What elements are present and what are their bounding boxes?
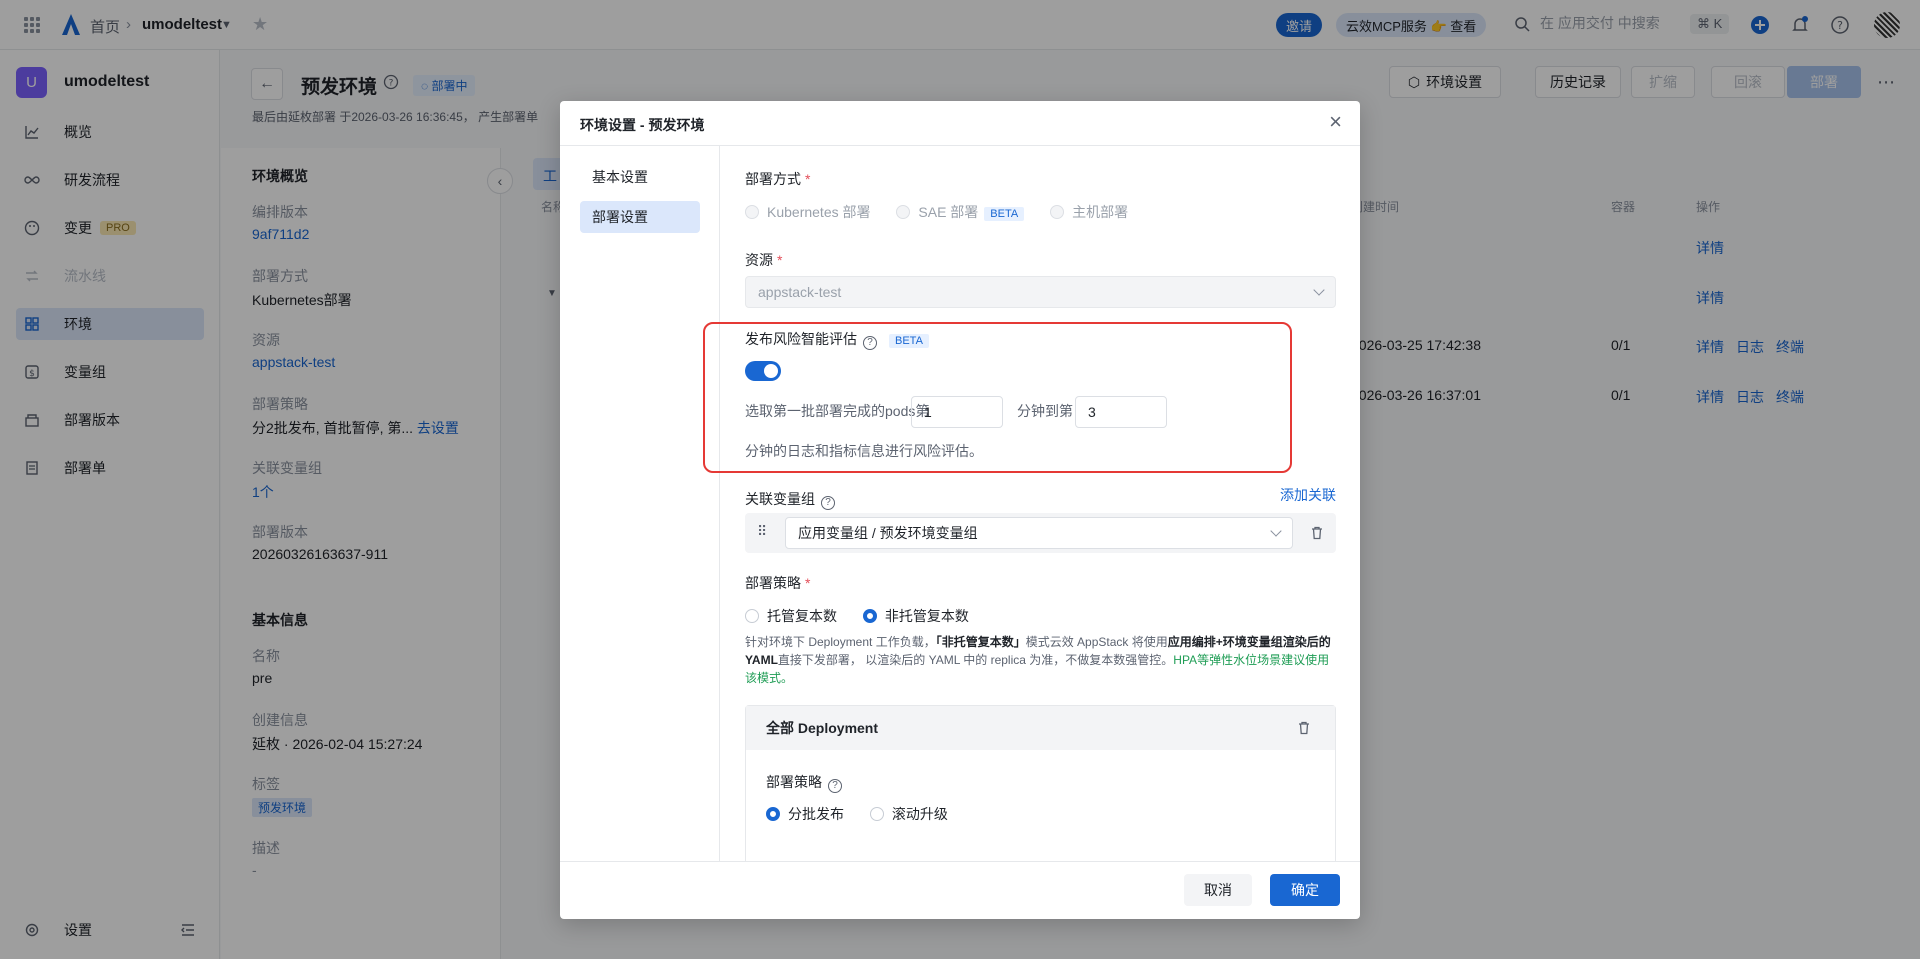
deployment-card-title: 全部 Deployment	[746, 706, 1335, 750]
modal-body: 部署方式 * Kubernetes 部署 SAE 部署 BETA 主机部署 资源 * …	[721, 145, 1360, 861]
radio-sae[interactable]: SAE 部署 BETA	[896, 204, 1025, 221]
close-icon[interactable]: ×	[1329, 111, 1342, 133]
var-group-label: 关联变量组?	[745, 489, 835, 510]
resource-select[interactable]: appstack-test	[745, 276, 1336, 308]
radio-kubernetes[interactable]: Kubernetes 部署	[745, 204, 871, 220]
add-link[interactable]: 添加关联	[1280, 485, 1336, 505]
chevron-down-icon	[1313, 284, 1325, 296]
deployment-card: 全部 Deployment 部署策略? 分批发布 滚动升级	[745, 705, 1336, 861]
trash-icon[interactable]	[1296, 720, 1312, 736]
confirm-button[interactable]: 确定	[1270, 874, 1340, 906]
radio-unmanaged-replicas[interactable]: 非托管复本数	[862, 608, 969, 624]
radio-host[interactable]: 主机部署	[1050, 204, 1128, 220]
strategy-label: 部署策略 *	[745, 575, 811, 591]
env-settings-modal: 环境设置 - 预发环境 × 基本设置 部署设置 部署方式 * Kubernetes…	[560, 101, 1360, 919]
help-icon[interactable]: ?	[828, 778, 842, 793]
var-group-select[interactable]: 应用变量组 / 预发环境变量组	[785, 517, 1293, 549]
trash-icon[interactable]	[1309, 525, 1325, 541]
help-icon[interactable]: ?	[821, 495, 835, 510]
modal-title: 环境设置 - 预发环境	[580, 117, 705, 133]
modal-sidebar: 基本设置 部署设置	[560, 145, 720, 861]
radio-managed-replicas[interactable]: 托管复本数	[745, 608, 837, 624]
var-group-row: ⠿ 应用变量组 / 预发环境变量组	[745, 513, 1336, 553]
deploy-method-label: 部署方式 *	[745, 171, 811, 187]
card-strategy-group: 分批发布 滚动升级	[766, 804, 948, 824]
deploy-method-group: Kubernetes 部署 SAE 部署 BETA 主机部署	[745, 202, 1128, 222]
strategy-description: 针对环境下 Deployment 工作负载，「非托管复本数」模式云效 AppSt…	[745, 635, 1331, 685]
tab-basic-settings[interactable]: 基本设置	[580, 161, 700, 193]
chevron-down-icon	[1270, 525, 1282, 537]
highlight-box	[703, 322, 1292, 473]
radio-rolling-update[interactable]: 滚动升级	[869, 806, 948, 822]
tab-deploy-settings[interactable]: 部署设置	[580, 201, 700, 233]
modal-footer: 取消 确定	[560, 861, 1360, 919]
drag-handle-icon[interactable]: ⠿	[757, 523, 767, 540]
radio-batch-release[interactable]: 分批发布	[766, 806, 844, 822]
strategy-group: 托管复本数 非托管复本数	[745, 606, 969, 626]
resource-label: 资源 *	[745, 252, 783, 268]
beta-badge: BETA	[984, 207, 1025, 221]
card-strategy-label: 部署策略?	[766, 772, 842, 793]
cancel-button[interactable]: 取消	[1184, 874, 1252, 906]
